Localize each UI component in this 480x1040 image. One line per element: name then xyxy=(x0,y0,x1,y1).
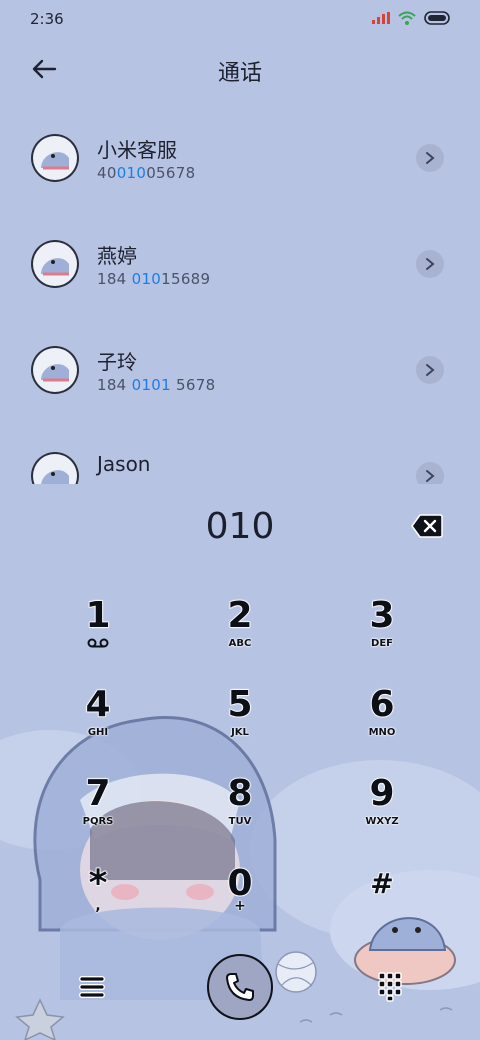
contact-suggestions-list[interactable]: 小米客服 4001005678 燕婷 184 01015689 子玲 184 0… xyxy=(0,104,480,484)
battery-icon xyxy=(424,11,450,25)
wifi-icon xyxy=(398,11,416,25)
key-digit: 7 xyxy=(85,773,112,815)
contact-item[interactable]: 燕婷 184 01015689 xyxy=(0,210,480,316)
contact-detail-button[interactable] xyxy=(416,250,444,278)
key-letters: , xyxy=(95,898,101,914)
header: 通话 xyxy=(0,46,480,92)
chevron-right-icon xyxy=(426,152,435,164)
key-digit: 6 xyxy=(369,684,396,726)
key-1[interactable]: 1 xyxy=(28,595,168,674)
contact-number: 184 01015689 xyxy=(97,270,210,288)
contact-name: 小米客服 xyxy=(97,138,177,162)
key-letters: MNO xyxy=(368,727,396,738)
key-digit: 5 xyxy=(227,684,254,726)
key-8[interactable]: 8 TUV xyxy=(170,773,310,852)
backspace-button[interactable] xyxy=(410,513,444,539)
status-bar: 2:36 xyxy=(0,0,480,38)
number-part: 40 xyxy=(97,164,117,182)
key-letters: ABC xyxy=(228,638,252,649)
number-match-highlight: 0101 xyxy=(131,376,171,394)
key-letters: GHI xyxy=(87,727,109,738)
key-digit: 8 xyxy=(227,773,254,815)
key-2[interactable]: 2 ABC xyxy=(170,595,310,674)
key-digit: 2 xyxy=(227,595,254,637)
menu-icon xyxy=(79,976,105,998)
chevron-right-icon xyxy=(426,470,435,482)
voicemail-icon xyxy=(87,638,109,648)
key-star[interactable]: * , xyxy=(28,863,168,942)
number-match-highlight: 010 xyxy=(131,270,162,288)
menu-button[interactable] xyxy=(74,972,110,1002)
key-4[interactable]: 4 GHI xyxy=(28,684,168,763)
signal-icon xyxy=(372,12,390,24)
key-digit: 9 xyxy=(369,773,396,815)
dialpad-toggle-button[interactable] xyxy=(374,970,406,1002)
key-0[interactable]: 0 + xyxy=(170,863,310,942)
key-letters: PQRS xyxy=(82,816,114,827)
contact-detail-button[interactable] xyxy=(416,462,444,484)
key-digit: 4 xyxy=(85,684,112,726)
chevron-right-icon xyxy=(426,364,435,376)
contact-item[interactable]: 子玲 184 0101 5678 xyxy=(0,316,480,422)
page-title: 通话 xyxy=(217,61,262,86)
avatar xyxy=(31,240,79,288)
key-hash[interactable]: # xyxy=(312,864,452,942)
number-part: 184 xyxy=(97,270,132,288)
key-6[interactable]: 6 MNO xyxy=(312,684,452,763)
contact-name: 子玲 xyxy=(97,350,137,374)
phone-icon xyxy=(226,973,254,1001)
dialpad-icon xyxy=(378,972,402,1002)
number-part: 05678 xyxy=(146,164,196,182)
contact-name: 燕婷 xyxy=(97,244,137,268)
backspace-icon xyxy=(411,514,443,538)
contact-number: 4001005678 xyxy=(97,164,195,182)
call-button[interactable] xyxy=(207,954,273,1020)
key-digit: 1 xyxy=(85,595,112,637)
avatar xyxy=(31,346,79,394)
contact-name: Jason xyxy=(97,452,151,476)
contact-detail-button[interactable] xyxy=(416,356,444,384)
key-9[interactable]: 9 WXYZ xyxy=(312,773,452,852)
key-digit: # xyxy=(370,866,395,901)
contact-item[interactable]: Jason xyxy=(0,422,480,484)
key-letters: WXYZ xyxy=(365,816,399,827)
chevron-right-icon xyxy=(426,258,435,270)
key-digit: 3 xyxy=(369,595,396,637)
number-part: 5678 xyxy=(170,376,216,394)
number-part: 184 xyxy=(97,376,132,394)
key-5[interactable]: 5 JKL xyxy=(170,684,310,763)
dialpad: 1 2 ABC 3 DEF 4 GHI 5 JKL 6 MNO 7 PQRS 8… xyxy=(0,588,480,938)
key-3[interactable]: 3 DEF xyxy=(312,595,452,674)
avatar xyxy=(31,452,79,484)
status-time: 2:36 xyxy=(30,10,64,28)
key-letters: TUV xyxy=(228,816,252,827)
contact-number: 184 0101 5678 xyxy=(97,376,215,394)
key-letters: + xyxy=(234,898,246,914)
bottom-bar xyxy=(0,948,480,1028)
number-part: 15689 xyxy=(161,270,211,288)
dial-display: 010 xyxy=(0,500,480,556)
contact-detail-button[interactable] xyxy=(416,144,444,172)
contact-item[interactable]: 小米客服 4001005678 xyxy=(0,104,480,210)
key-letters: DEF xyxy=(371,638,393,649)
status-icons xyxy=(372,11,452,25)
key-7[interactable]: 7 PQRS xyxy=(28,773,168,852)
number-match-highlight: 010 xyxy=(116,164,147,182)
dialed-number: 010 xyxy=(205,506,275,547)
key-letters: JKL xyxy=(231,727,249,738)
avatar xyxy=(31,134,79,182)
